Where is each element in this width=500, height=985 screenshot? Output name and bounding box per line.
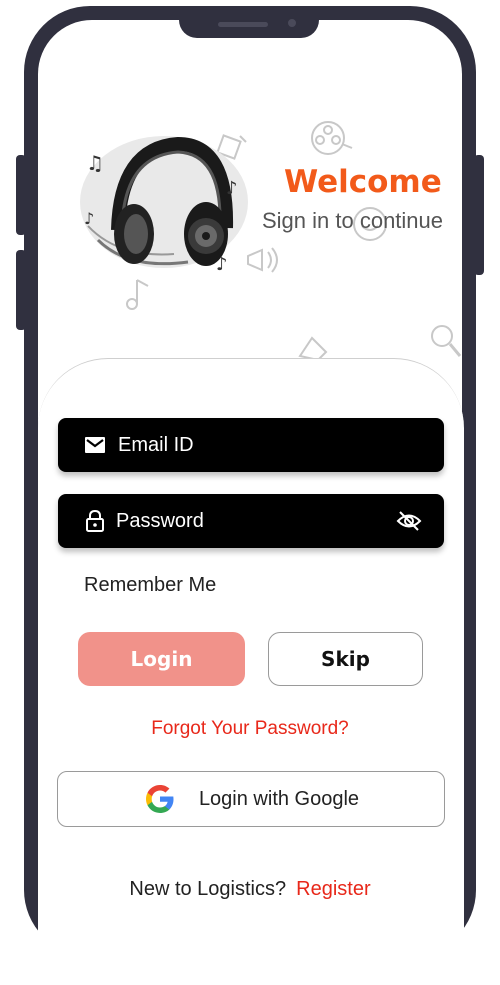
welcome-subtitle: Sign in to continue [262,208,444,233]
headphones-illustration: ♫ ♪ ♪ ♪ [80,136,248,275]
login-button[interactable]: Login [78,632,245,686]
password-placeholder: Password [116,509,204,532]
google-logo-icon [145,785,174,813]
welcome-title: Welcome [284,164,442,200]
google-login-button[interactable]: Login with Google [57,771,445,827]
svg-text:♪: ♪ [84,209,94,228]
forgot-password-link[interactable]: Forgot Your Password? [0,718,500,740]
email-field[interactable]: Email ID [58,418,444,472]
skip-button[interactable]: Skip [268,632,423,686]
register-prompt: New to Logistics? Register [0,878,500,901]
film-reel-doodle-icon [311,121,353,155]
password-field[interactable]: Password [58,494,444,548]
front-camera [286,17,298,29]
email-placeholder: Email ID [118,433,194,456]
register-link[interactable]: Register [296,878,370,900]
lock-icon [86,510,104,532]
speaker-grille [218,22,268,27]
music-note-doodle-icon [126,279,149,310]
svg-text:♪: ♪ [216,254,228,275]
svg-text:♫: ♫ [86,151,104,175]
new-user-text: New to Logistics? [129,878,287,900]
microphone-doodle-icon [431,325,462,357]
remember-me-label[interactable]: Remember Me [84,574,216,597]
svg-text:♪: ♪ [226,178,238,199]
eye-off-icon[interactable] [396,510,422,532]
google-login-label: Login with Google [198,787,360,810]
megaphone-doodle-icon [247,247,278,273]
mail-icon [85,437,105,453]
